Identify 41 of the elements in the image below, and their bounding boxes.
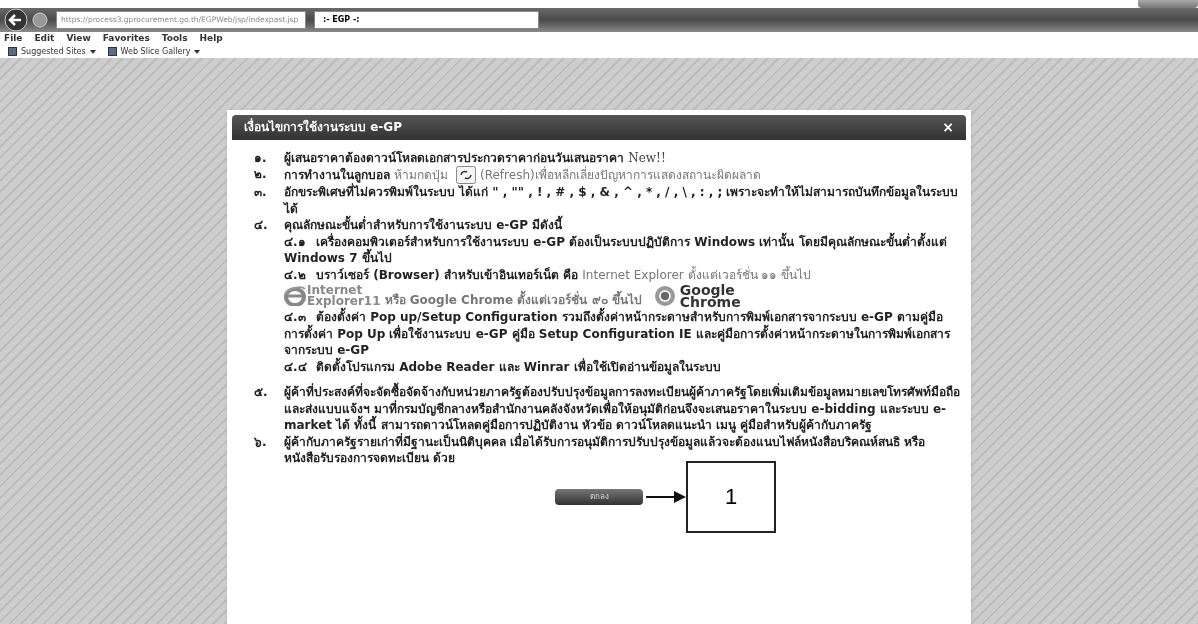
menu-item[interactable]: Tools xyxy=(161,32,188,46)
item-number: ๔. xyxy=(254,217,269,234)
e-logo-icon xyxy=(284,286,306,306)
item-text: การทำงานในลูกบอล xyxy=(284,167,390,182)
logo-text: Explorer11 xyxy=(307,296,381,307)
menu-item[interactable]: Help xyxy=(199,32,223,46)
logo-text: Google xyxy=(679,284,735,296)
item-text: (Refresh)เพื่อหลีกเลี่ยงปัญหาการแสดงสถานะผิดผลาด xyxy=(480,167,761,182)
dialog-title: เงื่อนไขการใช้งานระบบ e-GP xyxy=(244,118,402,136)
logo-text: Chrome xyxy=(679,296,741,308)
item-text: ๔.๔ ติดตั้งโปรแกรม Adobe Reader และ Winrar เพื่อใช้เปิดอ่านข้อมูลในระบบ xyxy=(284,359,721,374)
menu-item[interactable]: File xyxy=(4,32,23,46)
close-button[interactable]: × xyxy=(942,116,954,138)
tab[interactable]: :- EGP -: xyxy=(314,11,539,29)
menu-item[interactable]: View xyxy=(66,32,91,46)
item-number: ๑. xyxy=(254,149,268,166)
arrow-icon xyxy=(646,489,686,504)
page-icon xyxy=(8,47,17,56)
item-text: ผู้เสนอราคาต้องดาวน์โหลดเอกสารประกวดราคาก่อนวันเสนอราคา New!! xyxy=(284,150,666,165)
caret-icon xyxy=(89,49,96,54)
favorites-link[interactable]: Web Slice Gallery xyxy=(120,45,191,58)
item-text: ๔.๒ บราว์เซอร์ (Browser) สำหรับเข้าอินเทอร์เน็ต คือ Internet Explorer ตั้งแต่เวอร์ชั่น ๑๑ ขึ้นไป xyxy=(284,267,812,282)
page-icon xyxy=(107,47,117,56)
item-number: ๖. xyxy=(254,433,268,451)
item-number: ๕. xyxy=(254,384,269,401)
menu-item[interactable]: Edit xyxy=(34,32,55,46)
logo-text: Internet xyxy=(307,285,363,296)
refresh-icon xyxy=(456,166,476,184)
favorites-link[interactable]: Suggested Sites xyxy=(21,45,86,58)
forward-icon[interactable] xyxy=(32,12,48,28)
annotation-label: 1 xyxy=(686,460,776,533)
item-text: ๔.๑ เครื่องคอมพิวเตอร์สำหรับการใช้งานระบบ e-GP ต้องเป็นระบบปฏิบัติการ Windows เท่านั้น โดยมีคุณลักษณะขั้นต่ำตั้งแต่ Windows 7 ขึ้นไป xyxy=(284,234,947,265)
item-text: ห้ามกดปุ่ม xyxy=(394,167,448,182)
back-icon[interactable] xyxy=(4,8,28,32)
caret-icon xyxy=(194,49,201,54)
ok-button[interactable]: ตกลง xyxy=(555,488,643,505)
menu-item[interactable]: Favorites xyxy=(102,32,150,46)
item-text: หรือ Google Chrome ตั้งแต่เวอร์ชั่น ๙๐ ขึ้นไป xyxy=(384,291,642,307)
item-number: ๓. xyxy=(254,184,268,201)
item-number: ๒. xyxy=(254,166,268,183)
circle-logo-icon xyxy=(653,285,676,307)
